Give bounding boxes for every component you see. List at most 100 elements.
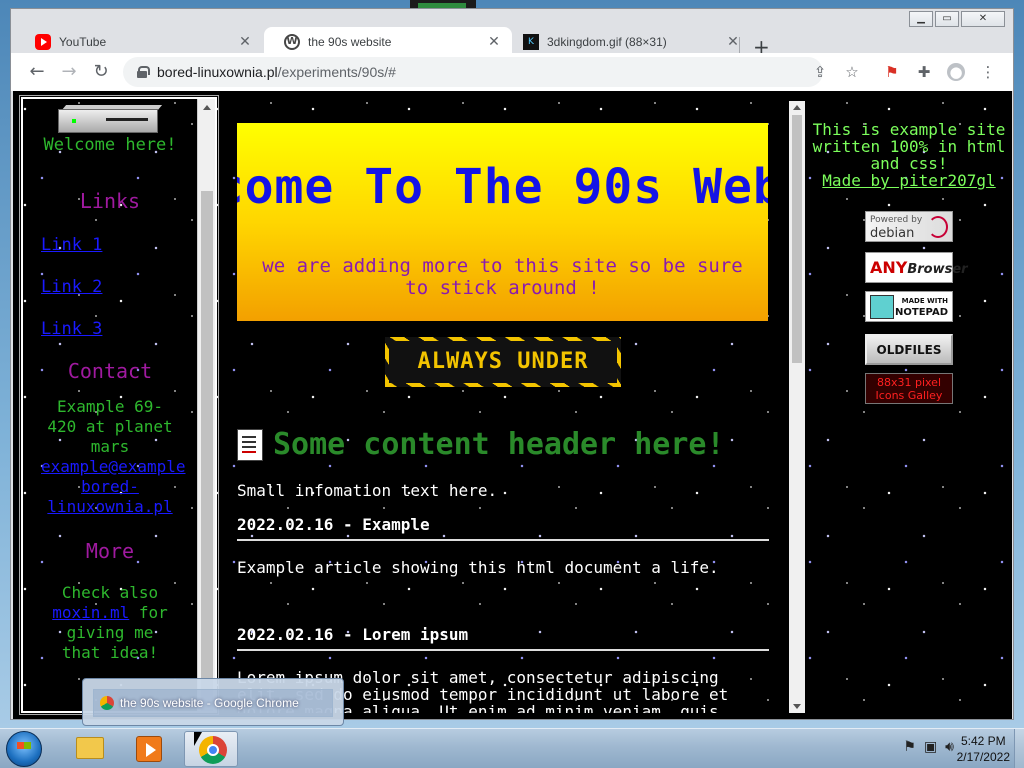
article-date: 2022.02.16 - Lorem ipsum bbox=[237, 625, 469, 644]
chrome-small-icon bbox=[100, 696, 114, 710]
sidebar-scrollbar[interactable] bbox=[197, 99, 215, 711]
icons-gallery-button[interactable]: 88x31 pixel Icons Galley bbox=[865, 373, 953, 404]
network-icon[interactable]: ▣ bbox=[924, 739, 937, 755]
made-with-notepad-button[interactable]: MADE WITH NOTEPAD bbox=[865, 291, 953, 322]
bookmark-star-icon[interactable]: ☆ bbox=[843, 63, 861, 81]
contact-address: Example 69-420 at planet mars bbox=[47, 397, 173, 456]
moxin-link[interactable]: moxin.ml bbox=[52, 603, 129, 622]
icons-gallery-line-1: 88x31 pixel bbox=[876, 376, 942, 389]
any-text: ANY bbox=[870, 258, 908, 277]
about-line-1: This is example site bbox=[812, 120, 1006, 139]
page-scrollbar[interactable] bbox=[789, 101, 805, 713]
oldfiles-button[interactable]: OLDFILES bbox=[865, 334, 953, 365]
start-button[interactable] bbox=[6, 731, 42, 767]
url-text[interactable]: bored-linuxownia.pl/experiments/90s/# bbox=[157, 64, 396, 80]
small-info-text: Small infomation text here. bbox=[237, 481, 498, 500]
extension-alert-icon[interactable]: ⚑ bbox=[883, 63, 901, 81]
volume-icon[interactable]: 🔊︎ bbox=[945, 739, 954, 755]
forward-icon[interactable]: → bbox=[57, 61, 81, 83]
action-center-icon[interactable]: ⚑ bbox=[903, 739, 916, 755]
more-text: Check also moxin.ml for giving me that i… bbox=[23, 583, 197, 663]
sidebar-link-2[interactable]: Link 2 bbox=[23, 277, 197, 297]
share-icon[interactable]: ⇪ bbox=[811, 63, 829, 81]
tab-label: the 90s website bbox=[308, 35, 392, 49]
page-scroll-thumb[interactable] bbox=[792, 115, 802, 363]
document-icon bbox=[237, 428, 263, 461]
tab-strip: YouTube ✕ W the 90s website ✕ K 3dkingdo… bbox=[15, 21, 915, 59]
notepad-small-text: MADE WITH bbox=[901, 297, 948, 305]
under-badge-text: ALWAYS UNDER bbox=[417, 349, 589, 374]
media-player-icon bbox=[136, 736, 162, 762]
chrome-taskbar-button[interactable] bbox=[184, 731, 238, 767]
wordpress-icon: W bbox=[284, 34, 300, 50]
sidebar-link-1[interactable]: Link 1 bbox=[23, 235, 197, 255]
content-header-text: Some content header here! bbox=[273, 427, 725, 462]
page-viewport: Welcome here! Links Link 1 Link 2 Link 3… bbox=[13, 91, 1012, 719]
sidebar-scroll-thumb[interactable] bbox=[201, 191, 213, 711]
lock-icon[interactable] bbox=[137, 66, 150, 78]
more-prefix: Check also bbox=[61, 583, 159, 602]
maximize-button[interactable]: ▭ bbox=[935, 11, 959, 27]
close-window-button[interactable]: ✕ bbox=[961, 11, 1005, 27]
close-tab-icon[interactable]: ✕ bbox=[237, 34, 253, 50]
preview-title: the 90s website - Google Chrome bbox=[120, 696, 299, 710]
computer-icon bbox=[58, 105, 163, 133]
any-browser-button[interactable]: ANYBrowser bbox=[865, 252, 968, 283]
banner-title: Welcome To The 90s Website bbox=[237, 159, 768, 215]
url-path: /experiments/90s/# bbox=[277, 64, 396, 80]
oldfiles-text: OLDFILES bbox=[876, 343, 942, 357]
tab-label: YouTube bbox=[59, 35, 107, 49]
address-bar[interactable]: bored-linuxownia.pl/experiments/90s/# bbox=[123, 57, 823, 87]
back-icon[interactable]: ← bbox=[25, 61, 49, 83]
left-sidebar-frame: Welcome here! Links Link 1 Link 2 Link 3… bbox=[19, 95, 219, 715]
article-date: 2022.02.16 - Example bbox=[237, 515, 430, 534]
contact-email-link[interactable]: example@example bbox=[41, 457, 186, 476]
under-construction-badge: ALWAYS UNDER bbox=[385, 337, 621, 387]
welcome-text: Welcome here! bbox=[43, 135, 177, 155]
show-desktop-button[interactable] bbox=[1014, 729, 1024, 768]
menu-kebab-icon[interactable]: ⋮ bbox=[979, 63, 997, 81]
window-controls: ▁ ▭ ✕ bbox=[909, 11, 1005, 27]
clock-date: 2/17/2022 bbox=[956, 750, 1010, 764]
taskbar: ⚑ ▣ 🔊︎ 5:42 PM 2/17/2022 bbox=[0, 728, 1024, 768]
preview-window-row[interactable]: the 90s website - Google Chrome bbox=[93, 689, 333, 717]
sidebar-link-3[interactable]: Link 3 bbox=[23, 319, 197, 339]
article-divider bbox=[237, 649, 769, 651]
tab-label: 3dkingdom.gif (88×31) bbox=[547, 35, 667, 49]
article-divider bbox=[237, 539, 769, 541]
image-icon: K bbox=[523, 34, 539, 50]
contact-domain-link[interactable]: bored-linuxownia.pl bbox=[47, 477, 172, 516]
profile-avatar-icon[interactable]: ● bbox=[947, 63, 965, 81]
clock[interactable]: 5:42 PM 2/17/2022 bbox=[957, 733, 1010, 765]
close-tab-icon[interactable]: ✕ bbox=[486, 34, 502, 50]
chrome-window: ▁ ▭ ✕ YouTube ✕ W the 90s website ✕ K 3d… bbox=[10, 8, 1014, 720]
icons-gallery-line-2: Icons Galley bbox=[875, 389, 943, 402]
clock-time: 5:42 PM bbox=[960, 734, 1006, 748]
main-content: Welcome To The 90s Website we are adding… bbox=[229, 97, 789, 713]
browser-text: Browser bbox=[907, 262, 968, 277]
more-heading: More bbox=[85, 539, 135, 563]
taskbar-preview-popup[interactable]: the 90s website - Google Chrome bbox=[82, 678, 344, 726]
banner-subtitle: we are adding more to this site so be su… bbox=[262, 255, 743, 299]
url-host: bored-linuxownia.pl bbox=[157, 64, 278, 80]
system-tray: ⚑ ▣ 🔊︎ bbox=[903, 739, 954, 755]
left-sidebar-content: Welcome here! Links Link 1 Link 2 Link 3… bbox=[23, 99, 197, 711]
folder-icon bbox=[76, 737, 104, 759]
links-heading: Links bbox=[79, 189, 141, 213]
right-column: This is example site written 100% in htm… bbox=[809, 121, 1009, 404]
chrome-icon bbox=[199, 736, 227, 764]
debian-swirl-icon bbox=[928, 216, 948, 238]
media-player-taskbar-button[interactable] bbox=[122, 731, 176, 767]
explorer-taskbar-button[interactable] bbox=[62, 731, 116, 767]
extensions-puzzle-icon[interactable]: ✚ bbox=[915, 63, 933, 81]
browser-toolbar: ← → ↻ bored-linuxownia.pl/experiments/90… bbox=[11, 53, 1013, 91]
made-by-link[interactable]: Made by piter207gl bbox=[822, 171, 995, 190]
welcome-banner: Welcome To The 90s Website we are adding… bbox=[237, 123, 768, 321]
about-line-3: and css! bbox=[870, 154, 948, 173]
powered-by-debian-button[interactable]: Powered by debian bbox=[865, 211, 953, 242]
about-line-2: written 100% in html bbox=[812, 137, 1006, 156]
article-text: Example article showing this html docume… bbox=[237, 558, 719, 577]
mouse-cursor bbox=[194, 732, 202, 746]
reload-icon[interactable]: ↻ bbox=[89, 61, 113, 83]
contact-heading: Contact bbox=[67, 359, 153, 383]
